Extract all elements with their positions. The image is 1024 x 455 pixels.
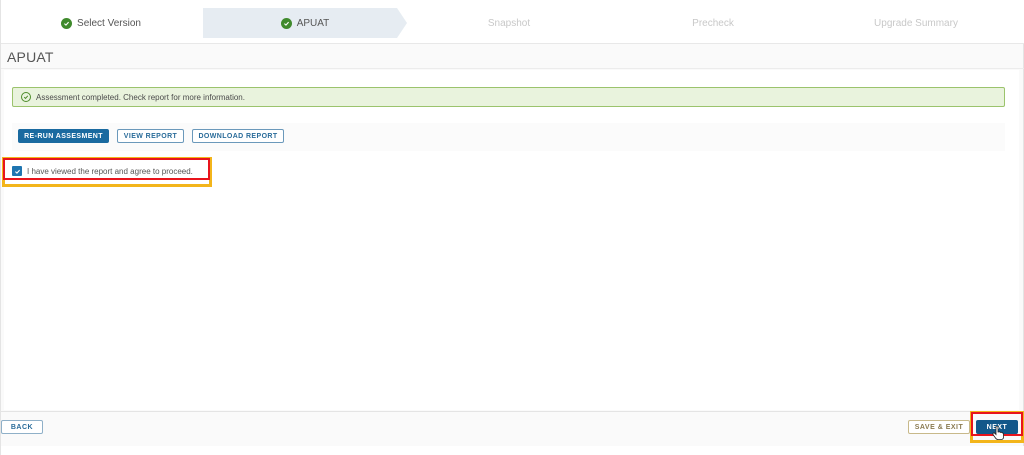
save-exit-button[interactable]: SAVE & EXIT xyxy=(908,420,970,434)
rerun-assessment-button[interactable]: RE-RUN ASSESMENT xyxy=(18,129,109,143)
step-select-version[interactable]: Select Version xyxy=(1,8,201,38)
download-report-button[interactable]: DOWNLOAD REPORT xyxy=(192,129,284,143)
view-report-button[interactable]: VIEW REPORT xyxy=(117,129,184,143)
footer-divider xyxy=(1,411,1024,412)
step-precheck[interactable]: Precheck xyxy=(613,8,813,38)
page-title: APUAT xyxy=(7,49,54,65)
step-snapshot[interactable]: Snapshot xyxy=(409,8,609,38)
upgrade-wizard: Select Version APUAT Snapshot Precheck U… xyxy=(0,0,1024,455)
agreement-label: I have viewed the report and agree to pr… xyxy=(27,166,193,176)
divider xyxy=(1,68,1024,69)
content-panel xyxy=(4,70,1019,410)
wizard-stepper: Select Version APUAT Snapshot Precheck U… xyxy=(1,0,1024,44)
bottom-strip xyxy=(1,446,1024,455)
step-upgrade-summary[interactable]: Upgrade Summary xyxy=(816,8,1016,38)
hand-cursor-icon xyxy=(992,426,1004,440)
agreement-checkbox-row[interactable]: I have viewed the report and agree to pr… xyxy=(12,166,193,176)
step-label: Select Version xyxy=(77,17,141,29)
agreement-checkbox[interactable] xyxy=(12,166,22,176)
back-button[interactable]: BACK xyxy=(1,420,43,434)
check-circle-icon xyxy=(61,17,73,29)
step-label: Upgrade Summary xyxy=(874,17,958,29)
step-label: APUAT xyxy=(296,17,330,29)
check-circle-icon xyxy=(21,92,31,102)
success-alert: Assessment completed. Check report for m… xyxy=(12,87,1005,107)
step-label: Precheck xyxy=(692,17,734,29)
alert-message: Assessment completed. Check report for m… xyxy=(36,92,245,102)
check-circle-icon xyxy=(281,18,292,29)
step-apuat[interactable]: APUAT xyxy=(203,8,407,38)
step-label: Snapshot xyxy=(487,17,531,29)
